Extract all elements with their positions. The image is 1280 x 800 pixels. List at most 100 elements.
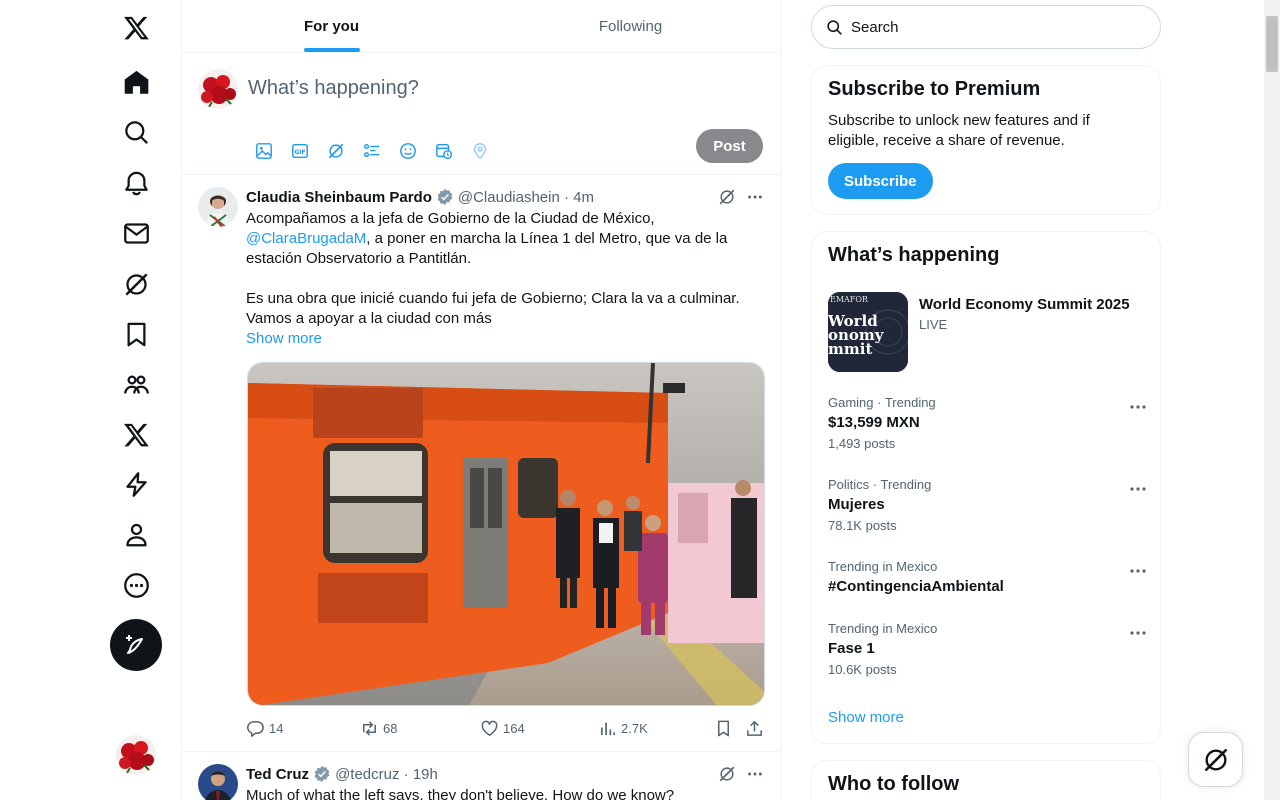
- grok-explain-icon[interactable]: [718, 188, 736, 206]
- more-horizontal-icon[interactable]: [746, 188, 764, 206]
- tweet-tools: [718, 188, 764, 206]
- tweet[interactable]: Ted Cruz @tedcruz · 19h Much of what the…: [182, 752, 780, 800]
- reply-icon: [247, 721, 264, 737]
- x-logo-icon[interactable]: [110, 7, 162, 47]
- scrollbar-thumb[interactable]: [1266, 16, 1278, 72]
- event-status: LIVE: [919, 317, 948, 332]
- whats-happening-card: What’s happening EMAFOR World onomy mmit…: [811, 231, 1161, 744]
- trend-item[interactable]: Trending in Mexico Fase 1 10.6K posts: [828, 621, 1148, 677]
- repost-count: 68: [383, 721, 398, 736]
- svg-text:GIF: GIF: [295, 150, 306, 156]
- left-navigation: [104, 0, 172, 800]
- heart-icon: [481, 720, 498, 736]
- subscribe-button[interactable]: Subscribe: [828, 163, 933, 199]
- page-scrollbar[interactable]: [1264, 0, 1280, 800]
- tweet[interactable]: Claudia Sheinbaum Pardo @Claudiashein · …: [182, 175, 780, 752]
- premium-description: Subscribe to unlock new features and if …: [828, 112, 1090, 149]
- share-icon: [747, 720, 762, 736]
- poll-icon[interactable]: [354, 133, 390, 169]
- media-icon[interactable]: [246, 133, 282, 169]
- right-sidebar: Search Subscribe to Premium Subscribe to…: [811, 0, 1161, 800]
- emoji-icon[interactable]: [390, 133, 426, 169]
- composer-input[interactable]: What’s happening?: [248, 77, 419, 100]
- like-button[interactable]: 164: [480, 719, 525, 738]
- analytics-icon: [600, 722, 616, 736]
- mention-link[interactable]: @ClaraBrugadaM: [246, 230, 366, 247]
- bookmark-button[interactable]: [714, 719, 733, 738]
- trend-meta: Trending in Mexico: [828, 621, 938, 636]
- notifications-bell-icon[interactable]: [110, 163, 162, 203]
- view-count: 2.7K: [621, 721, 648, 736]
- author-avatar[interactable]: [198, 764, 238, 800]
- premium-title: Subscribe to Premium: [828, 78, 1041, 100]
- author-name[interactable]: Claudia Sheinbaum Pardo: [246, 189, 432, 206]
- repost-button[interactable]: 68: [360, 719, 397, 738]
- verified-orgs-lightning-icon[interactable]: [110, 464, 162, 504]
- who-to-follow-title: Who to follow: [828, 773, 960, 795]
- grok-floating-button[interactable]: [1188, 732, 1243, 787]
- more-horizontal-icon[interactable]: [1128, 561, 1148, 581]
- like-count: 164: [503, 721, 525, 736]
- timeline-tabs: For you Following: [182, 0, 780, 53]
- who-to-follow-card: Who to follow: [811, 760, 1161, 800]
- tweet-tools: [718, 765, 764, 783]
- tab-following[interactable]: Following: [481, 0, 780, 52]
- grok-explain-icon[interactable]: [718, 765, 736, 783]
- reply-count: 14: [269, 721, 284, 736]
- account-avatar[interactable]: [116, 735, 156, 775]
- reply-button[interactable]: 14: [246, 719, 283, 738]
- event-image-text: EMAFOR: [830, 295, 869, 304]
- tweet-text-part: Acompañamos a la jefa de Gobierno de la …: [246, 210, 655, 227]
- author-handle[interactable]: @tedcruz: [335, 766, 399, 783]
- location-icon[interactable]: [462, 133, 498, 169]
- views-button[interactable]: 2.7K: [598, 719, 648, 738]
- trend-item[interactable]: Gaming · Trending $13,599 MXN 1,493 post…: [828, 395, 1148, 451]
- premium-card: Subscribe to Premium Subscribe to unlock…: [811, 65, 1161, 215]
- tab-for-you[interactable]: For you: [182, 0, 481, 52]
- author-handle[interactable]: @Claudiashein: [458, 189, 560, 206]
- tweet-header: Ted Cruz @tedcruz · 19h: [246, 765, 438, 783]
- more-horizontal-icon[interactable]: [746, 765, 764, 783]
- bookmark-icon: [717, 720, 730, 737]
- premium-x-icon[interactable]: [110, 414, 162, 454]
- tweet-text-paragraph: Es una obra que inicié cuando fui jefa d…: [246, 290, 740, 327]
- trend-name: Mujeres: [828, 496, 885, 513]
- show-more-link[interactable]: Show more: [828, 709, 904, 726]
- profile-icon[interactable]: [110, 514, 162, 554]
- author-avatar[interactable]: [198, 187, 238, 227]
- post-composer: What’s happening? GIF Post: [182, 53, 780, 175]
- communities-icon[interactable]: [110, 364, 162, 404]
- post-time[interactable]: 19h: [413, 766, 438, 783]
- trend-item[interactable]: Trending in Mexico #ContingenciaAmbienta…: [828, 559, 1148, 595]
- event-title: World Economy Summit 2025: [919, 296, 1130, 313]
- compose-post-button[interactable]: [110, 619, 162, 671]
- search-input[interactable]: Search: [811, 5, 1161, 49]
- grok-icon[interactable]: [318, 133, 354, 169]
- trend-count: 78.1K posts: [828, 518, 897, 533]
- post-time[interactable]: 4m: [573, 189, 594, 206]
- post-button[interactable]: Post: [696, 129, 763, 163]
- search-icon[interactable]: [110, 112, 162, 152]
- tweet-media-photo[interactable]: [247, 362, 765, 706]
- schedule-icon[interactable]: [426, 133, 462, 169]
- home-icon[interactable]: [110, 62, 162, 102]
- trend-count: 1,493 posts: [828, 436, 896, 451]
- gif-icon[interactable]: GIF: [282, 133, 318, 169]
- live-event[interactable]: EMAFOR World onomy mmit World Economy Su…: [828, 292, 1148, 372]
- more-horizontal-icon[interactable]: [1128, 623, 1148, 643]
- more-horizontal-icon[interactable]: [1128, 479, 1148, 499]
- trend-name: $13,599 MXN: [828, 414, 920, 431]
- bookmark-icon[interactable]: [110, 314, 162, 354]
- trend-item[interactable]: Politics · Trending Mujeres 78.1K posts: [828, 477, 1148, 533]
- more-options-icon[interactable]: [110, 565, 162, 605]
- event-image-text: mmit: [828, 340, 872, 358]
- grok-icon[interactable]: [110, 264, 162, 304]
- messages-envelope-icon[interactable]: [110, 213, 162, 253]
- show-more-link[interactable]: Show more: [246, 329, 766, 349]
- tweet-actions: 14 68 164 2.7K: [246, 719, 766, 739]
- feather-plus-icon: [126, 635, 143, 654]
- author-name[interactable]: Ted Cruz: [246, 766, 309, 783]
- tweet-header: Claudia Sheinbaum Pardo @Claudiashein · …: [246, 188, 594, 206]
- share-button[interactable]: [745, 719, 764, 738]
- more-horizontal-icon[interactable]: [1128, 397, 1148, 417]
